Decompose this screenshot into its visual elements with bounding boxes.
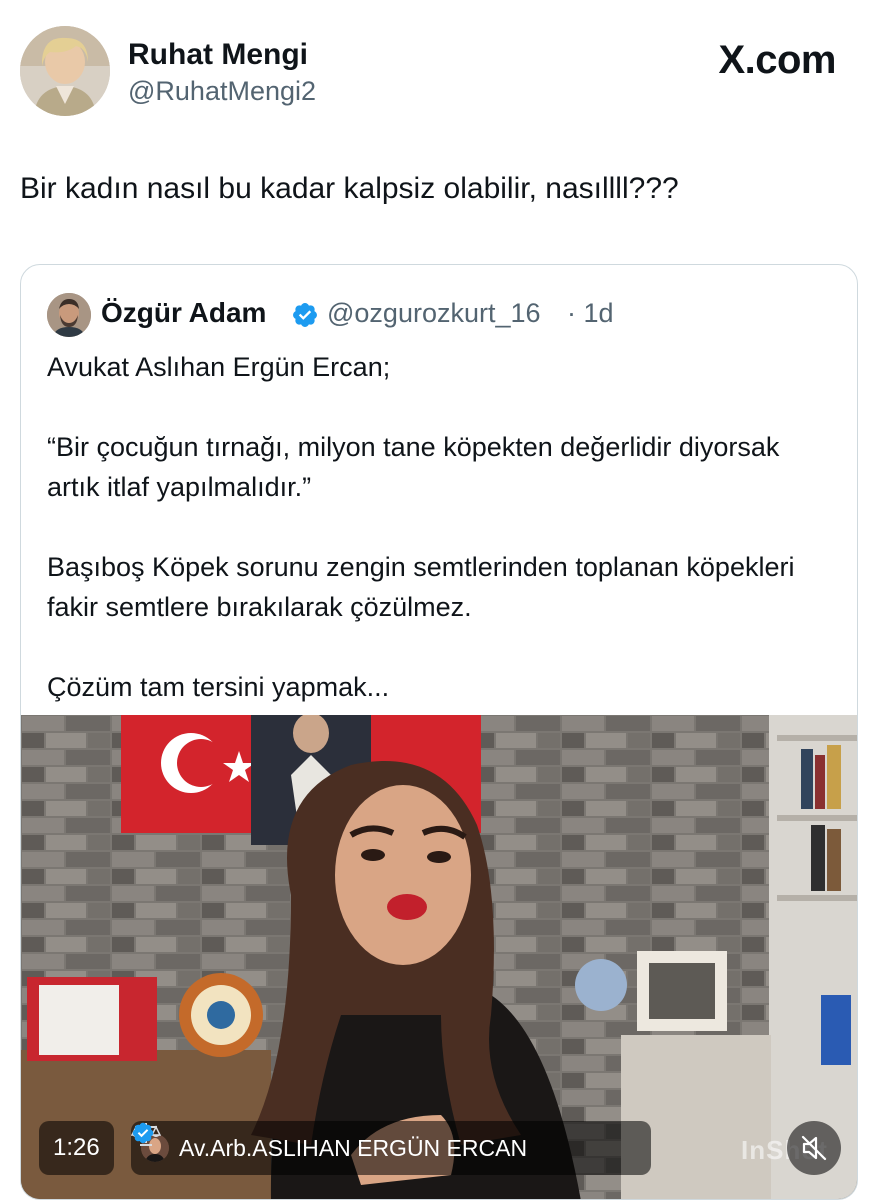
tweet-header: Ruhat Mengi @RuhatMengi2 X.com <box>20 26 858 118</box>
tweet-text: Bir kadın nasıl bu kadar kalpsiz olabili… <box>20 172 679 205</box>
quoted-paragraph: Avukat Aslıhan Ergün Ercan; <box>47 352 391 382</box>
quoted-tweet-time[interactable]: · 1d <box>567 298 614 329</box>
author-name[interactable]: Ruhat Mengi <box>128 38 308 72</box>
quoted-tweet-header: Özgür Adam @ozgurozkurt_16 · 1d <box>47 293 837 337</box>
quoted-paragraph: Çözüm tam tersini yapmak... <box>47 672 390 702</box>
quoted-author-avatar[interactable] <box>47 293 91 337</box>
mute-button[interactable] <box>787 1121 841 1175</box>
video-channel-badge[interactable]: Av.Arb.ASLIHAN ERGÜN ERCAN <box>131 1121 651 1175</box>
author-avatar[interactable] <box>20 26 110 116</box>
video-duration: 1:26 <box>39 1121 114 1175</box>
author-handle[interactable]: @RuhatMengi2 <box>128 76 316 107</box>
channel-name: Av.Arb.ASLIHAN ERGÜN ERCAN <box>179 1135 528 1161</box>
muted-speaker-icon <box>801 1135 827 1161</box>
quoted-tweet-text: Avukat Aslıhan Ergün Ercan; “Bir çocuğun… <box>47 347 837 707</box>
verified-badge-icon <box>293 303 317 327</box>
quoted-paragraph: “Bir çocuğun tırnağı, milyon tane köpekt… <box>47 432 780 502</box>
video-player[interactable]: 1:26 Av.Arb.ASLIHAN ERGÜN ERCAN InShot <box>21 715 857 1199</box>
quoted-author-handle[interactable]: @ozgurozkurt_16 <box>327 298 541 329</box>
video-info-bar: 1:26 Av.Arb.ASLIHAN ERGÜN ERCAN <box>39 1121 651 1175</box>
quoted-tweet-card[interactable]: Özgür Adam @ozgurozkurt_16 · 1d Avukat A… <box>20 264 858 1200</box>
verified-badge-icon <box>132 1122 154 1144</box>
quoted-author-name[interactable]: Özgür Adam <box>101 297 266 329</box>
x-brand-logo: X.com <box>718 38 836 82</box>
quoted-paragraph: Başıboş Köpek sorunu zengin semtlerinden… <box>47 552 795 622</box>
